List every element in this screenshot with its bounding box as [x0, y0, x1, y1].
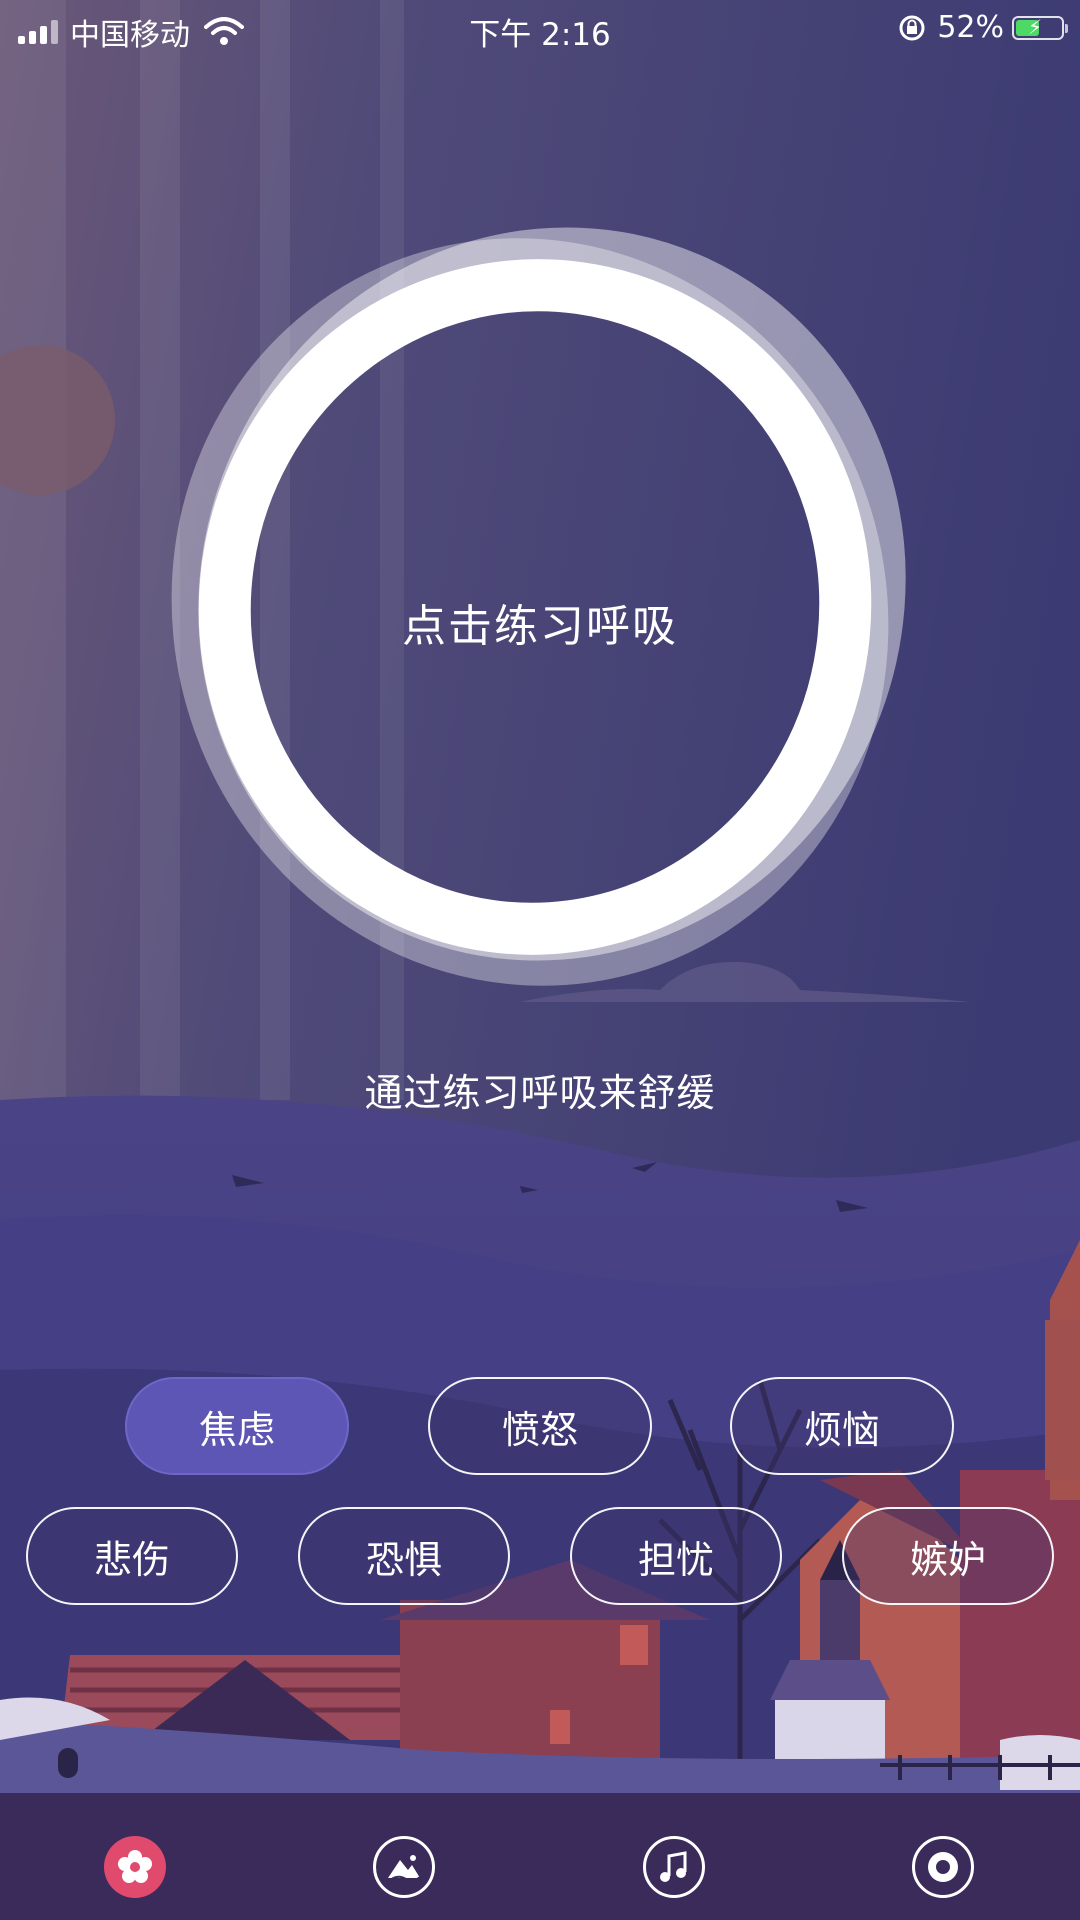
tab-music[interactable]: [643, 1836, 705, 1898]
mood-chip-anger[interactable]: 愤怒: [428, 1377, 652, 1475]
battery-percent: 52%: [937, 10, 1004, 45]
bottom-tab-bar: [0, 1793, 1080, 1920]
mood-chip-jealousy[interactable]: 嫉妒: [842, 1507, 1054, 1605]
tab-breathe[interactable]: [104, 1836, 166, 1898]
music-note-icon: [660, 1851, 687, 1882]
mood-chip-worry[interactable]: 担忧: [570, 1507, 782, 1605]
status-right: 52% ⚡: [897, 10, 1068, 45]
mood-chip-anxiety[interactable]: 焦虑: [125, 1377, 349, 1475]
landscape-icon: [388, 1855, 421, 1882]
breath-prompt: 点击练习呼吸: [402, 601, 678, 652]
mood-chip-annoyance[interactable]: 烦恼: [730, 1377, 954, 1475]
mood-chip-fear[interactable]: 恐惧: [298, 1507, 510, 1605]
status-bar: 中国移动 下午 2:16 52% ⚡: [0, 0, 1080, 56]
breath-subtitle: 通过练习呼吸来舒缓: [364, 1071, 716, 1115]
record-icon: [928, 1852, 958, 1882]
tab-scenes[interactable]: [373, 1836, 435, 1898]
orientation-lock-icon: [897, 13, 927, 43]
mood-chip-sadness[interactable]: 悲伤: [26, 1507, 238, 1605]
tab-profile[interactable]: [912, 1836, 974, 1898]
battery-icon: ⚡: [1012, 15, 1068, 40]
flower-icon: [118, 1850, 152, 1883]
